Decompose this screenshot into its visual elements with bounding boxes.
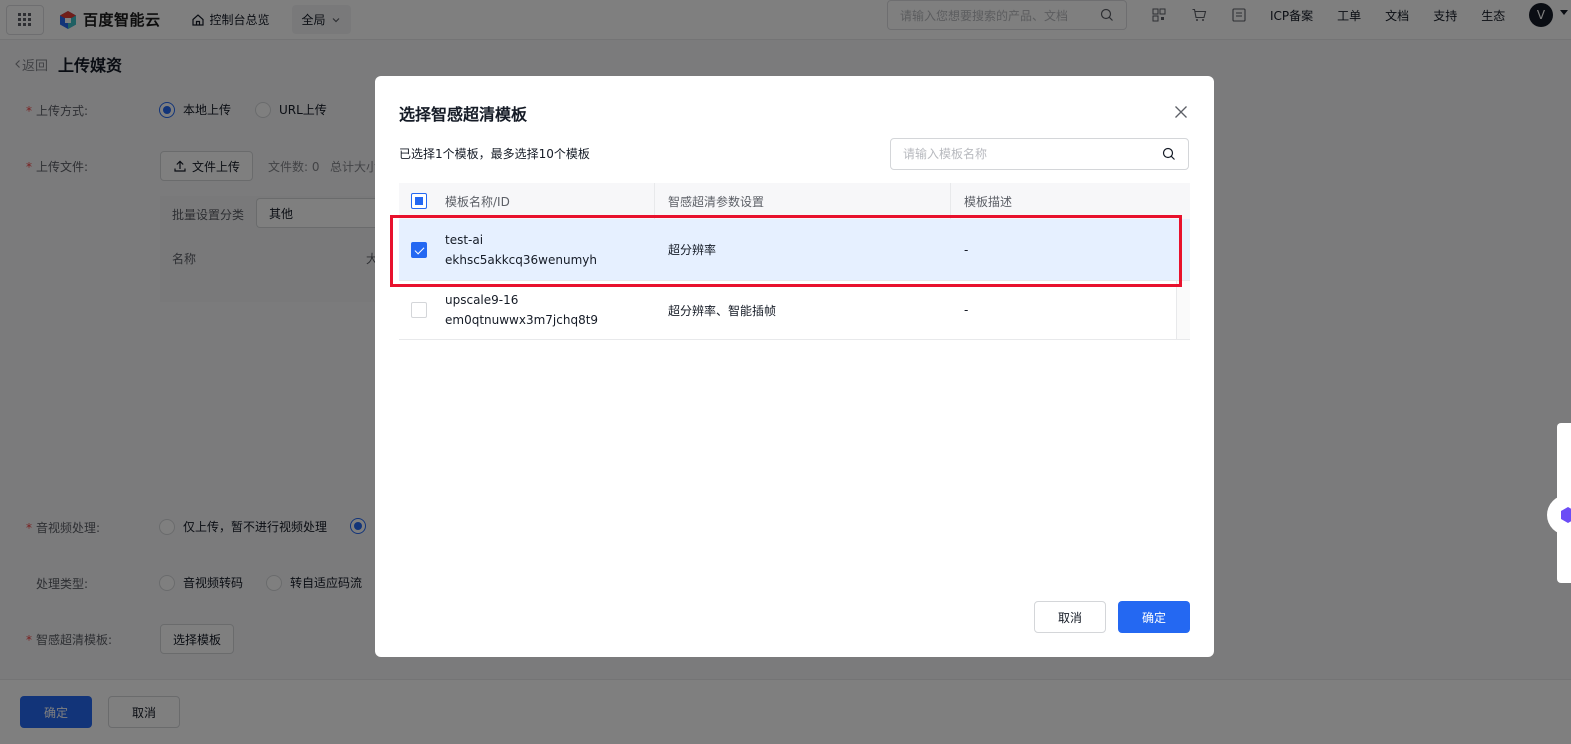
select-all-checkbox[interactable] [411,193,427,209]
modal-cancel-button[interactable]: 取消 [1034,601,1106,633]
template-id: ekhsc5akkcq36wenumyh [445,252,597,267]
table-header: 模板名称/ID 智感超清参数设置 模板描述 [399,183,1190,219]
column-header-params: 智感超清参数设置 [655,183,951,219]
template-params: 超分辨率、智能插帧 [668,303,777,318]
header-scroll-gutter [1173,183,1190,219]
row-checkbox-cell [399,302,439,318]
template-search-input[interactable] [903,147,1143,161]
template-name-cell: upscale9-16 em0qtnuwwx3m7jchq8t9 [439,290,655,330]
table-scrollbar[interactable] [1176,281,1190,339]
column-header-desc: 模板描述 [964,194,1013,209]
template-name: test-ai [445,232,484,247]
table-row[interactable]: upscale9-16 em0qtnuwwx3m7jchq8t9 超分辨率、智能… [399,281,1190,340]
row-checkbox[interactable] [411,241,427,258]
select-template-modal: 选择智感超清模板 已选择1个模板，最多选择10个模板 模板名称/ID 智感超清参… [375,76,1214,657]
header-checkbox-cell [399,183,439,219]
row-checkbox-cell [399,241,439,258]
modal-title: 选择智感超清模板 [399,105,528,124]
close-icon[interactable] [1173,104,1189,120]
table-row[interactable]: test-ai ekhsc5akkcq36wenumyh 超分辨率 - [399,219,1190,281]
modal-confirm-button[interactable]: 确定 [1118,601,1190,633]
template-desc: - [964,303,969,317]
row-checkbox[interactable] [411,302,427,318]
assistant-icon [1561,507,1571,523]
template-name: upscale9-16 [445,293,519,307]
selection-info: 已选择1个模板，最多选择10个模板 [399,147,590,161]
template-params: 超分辨率 [668,243,717,257]
template-id: em0qtnuwwx3m7jchq8t9 [445,313,599,327]
template-search-box[interactable] [890,138,1189,170]
template-name-cell: test-ai ekhsc5akkcq36wenumyh [439,230,655,270]
template-desc: - [964,242,969,257]
template-table: 模板名称/ID 智感超清参数设置 模板描述 test-ai ekhsc5akkc… [399,183,1190,340]
search-icon[interactable] [1162,147,1176,161]
column-header-name: 模板名称/ID [439,183,655,219]
